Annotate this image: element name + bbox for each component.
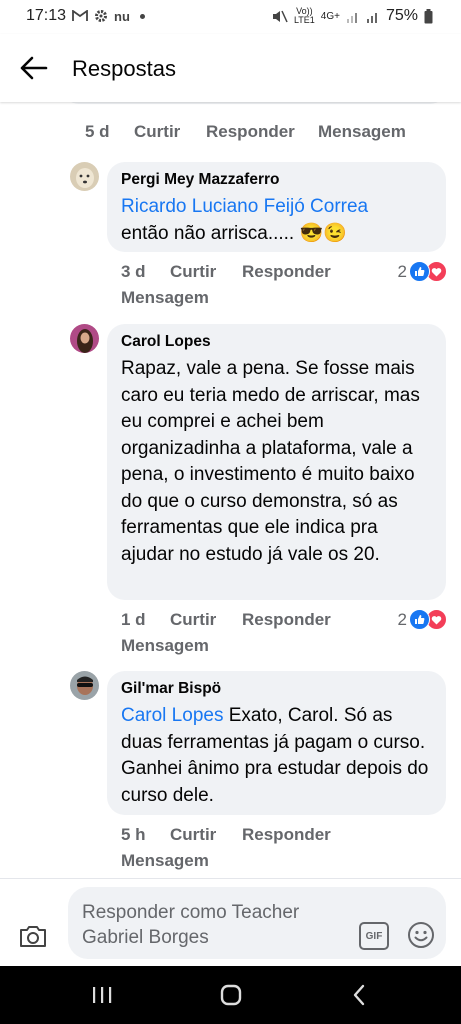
like-reaction-icon: [409, 261, 430, 282]
woman-avatar-icon: [70, 324, 99, 353]
previous-comment-bubble: [63, 102, 446, 104]
comment-author[interactable]: Gil'mar Bispö: [121, 680, 432, 698]
comment-time: 3 d: [121, 262, 146, 281]
battery-icon: [424, 8, 433, 23]
comment-text: Ricardo Luciano Feijó Correa então não a…: [121, 194, 432, 247]
clock: 17:13: [26, 7, 67, 24]
reply-button[interactable]: Responder: [242, 825, 331, 845]
status-bar: 17:13 nu Vo)) LTE1 4G+ 75%: [0, 0, 461, 34]
message-button[interactable]: Mensagem: [121, 288, 209, 308]
mute-icon: [272, 10, 288, 22]
system-back-icon[interactable]: [351, 984, 367, 1006]
network-type: 4G+: [320, 10, 340, 22]
avatar[interactable]: [70, 162, 99, 191]
status-left: 17:13 nu: [26, 7, 145, 25]
back-arrow-icon[interactable]: [18, 54, 48, 82]
avatar[interactable]: [70, 324, 99, 353]
reactions[interactable]: 2: [398, 609, 447, 630]
comment-actions: 3 d Curtir Responder Mensagem: [0, 262, 461, 314]
avatar[interactable]: [70, 671, 99, 700]
like-reaction-icon: [409, 609, 430, 630]
previous-comment-actions: 5 d Curtir Responder Mensagem: [0, 122, 461, 146]
reply-button[interactable]: Responder: [206, 122, 295, 142]
comment-time: 5 d: [85, 122, 110, 141]
page-title: Respostas: [72, 56, 176, 81]
comment-text: Carol Lopes Exato, Carol. Só as duas fer…: [121, 703, 432, 809]
app-bar: Respostas: [0, 34, 461, 102]
man-avatar-icon: [70, 671, 99, 700]
like-button[interactable]: Curtir: [170, 610, 216, 630]
message-button[interactable]: Mensagem: [121, 636, 209, 656]
message-button[interactable]: Mensagem: [121, 851, 209, 871]
comment-actions: 1 d Curtir Responder Mensagem: [0, 610, 461, 662]
comment-author[interactable]: Carol Lopes: [121, 333, 432, 351]
comment-bubble[interactable]: Carol Lopes Rapaz, vale a pena. Se fosse…: [107, 324, 446, 600]
reply-placeholder: Responder como Teacher Gabriel Borges: [82, 902, 300, 948]
recent-apps-icon[interactable]: [91, 985, 113, 1005]
reply-button[interactable]: Responder: [242, 610, 331, 630]
reaction-count: 2: [397, 609, 407, 629]
nu-badge: nu: [114, 8, 130, 24]
comment-actions: 5 h Curtir Responder Mensagem: [0, 825, 461, 877]
reactions[interactable]: 2: [398, 261, 447, 282]
comment-time: 5 h: [121, 825, 146, 844]
emoji-icon[interactable]: [407, 921, 435, 949]
battery-percent: 75%: [385, 7, 418, 24]
comment-body: então não arrisca..... 😎😉: [121, 222, 347, 244]
reaction-count: 2: [397, 261, 407, 281]
reply-input[interactable]: Responder como Teacher Gabriel Borges GI…: [68, 887, 446, 959]
reply-composer: Responder como Teacher Gabriel Borges GI…: [0, 878, 461, 967]
like-button[interactable]: Curtir: [170, 262, 216, 282]
comment-time: 1 d: [121, 610, 146, 629]
signal-icon-2: [366, 12, 377, 23]
reply-button[interactable]: Responder: [242, 262, 331, 282]
like-button[interactable]: Curtir: [170, 825, 216, 845]
message-button[interactable]: Mensagem: [318, 122, 406, 142]
comment-author[interactable]: Pergi Mey Mazzaferro: [121, 171, 432, 189]
settings-gear-icon: [95, 10, 108, 22]
dog-avatar-icon: [70, 162, 99, 191]
dot-indicator-icon: [139, 13, 145, 19]
comment-bubble[interactable]: Pergi Mey Mazzaferro Ricardo Luciano Fei…: [107, 162, 446, 252]
like-button[interactable]: Curtir: [134, 122, 180, 142]
gif-button[interactable]: GIF: [359, 922, 389, 950]
replies-list: 5 d Curtir Responder Mensagem Pergi Mey …: [0, 102, 461, 878]
camera-icon[interactable]: [18, 923, 48, 949]
status-right: Vo)) LTE1 4G+ 75%: [271, 7, 433, 25]
mention-link[interactable]: Carol Lopes: [121, 705, 223, 726]
comment-body: Rapaz, vale a pena. Se fosse mais caro e…: [121, 358, 420, 565]
system-nav-bar: [0, 966, 461, 1024]
comment-text: Rapaz, vale a pena. Se fosse mais caro e…: [121, 356, 432, 568]
gmail-icon: [72, 10, 88, 21]
signal-icon: [346, 12, 357, 23]
home-icon[interactable]: [220, 984, 242, 1006]
mention-link[interactable]: Ricardo Luciano Feijó Correa: [121, 196, 368, 217]
comment-bubble[interactable]: Gil'mar Bispö Carol Lopes Exato, Carol. …: [107, 671, 446, 815]
volte-indicator: Vo)) LTE1: [293, 6, 315, 25]
